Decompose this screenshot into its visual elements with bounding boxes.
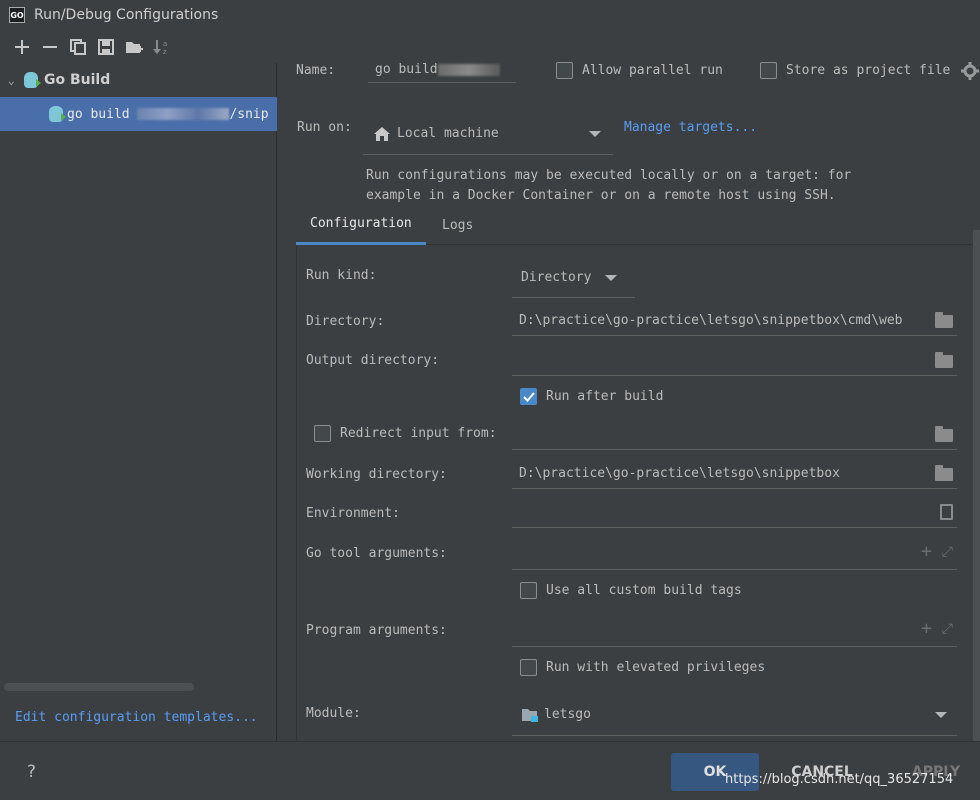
- copy-icon[interactable]: [64, 33, 92, 61]
- tree-group-go-build[interactable]: ⌄ Go Build: [0, 63, 277, 97]
- custom-build-tags-checkbox[interactable]: Use all custom build tags: [520, 582, 742, 599]
- chevron-down-icon: [605, 274, 618, 281]
- run-on-label: Run on:: [297, 120, 352, 135]
- chevron-down-icon: [589, 130, 601, 137]
- redacted-text: [137, 108, 230, 120]
- dialog-button-bar: ? OK CANCEL APPLY https://blog.csdn.net/…: [0, 741, 980, 800]
- configuration-editor: Name: go build Allow parallel run Store …: [278, 30, 980, 741]
- minus-icon[interactable]: [36, 33, 64, 61]
- gear-icon[interactable]: [961, 62, 979, 80]
- expand-icon[interactable]: ⤢: [942, 544, 953, 560]
- run-kind-label: Run kind:: [306, 268, 377, 283]
- configuration-form: Run kind: Directory Directory: D:\practi…: [296, 246, 980, 741]
- plus-icon[interactable]: +: [921, 543, 932, 561]
- configurations-tree: ⌄ Go Build go build /snip Edit configura…: [0, 63, 277, 741]
- checkbox-box: [520, 388, 537, 405]
- new-folder-icon[interactable]: [120, 33, 148, 61]
- go-tool-arguments-field[interactable]: + ⤢: [512, 538, 957, 570]
- redirect-input-checkbox[interactable]: Redirect input from:: [314, 425, 497, 442]
- directory-field[interactable]: D:\practice\go-practice\letsgo\snippetbo…: [512, 306, 957, 336]
- run-after-build-checkbox[interactable]: Run after build: [520, 388, 663, 405]
- plus-icon[interactable]: [8, 33, 36, 61]
- folder-icon[interactable]: [935, 352, 953, 368]
- tree-item-label: go build /snip: [67, 106, 269, 122]
- output-directory-field[interactable]: [512, 346, 957, 376]
- home-icon: [374, 126, 390, 141]
- name-field[interactable]: go build: [368, 57, 516, 83]
- svg-text:z: z: [163, 48, 167, 55]
- goland-logo-icon: GO: [9, 7, 25, 23]
- redirect-input-field[interactable]: [512, 420, 957, 450]
- checkbox-box: [760, 62, 777, 79]
- tree-item-go-build-config[interactable]: go build /snip: [0, 97, 277, 131]
- go-build-icon: [49, 106, 66, 122]
- sort-icon[interactable]: az: [148, 33, 176, 61]
- module-label: Module:: [306, 706, 361, 721]
- checkbox-box: [520, 582, 537, 599]
- working-directory-field[interactable]: D:\practice\go-practice\letsgo\snippetbo…: [512, 459, 957, 489]
- tab-configuration[interactable]: Configuration: [296, 205, 426, 245]
- folder-icon[interactable]: [935, 312, 953, 328]
- run-on-hint-line-1: Run configurations may be executed local…: [366, 168, 852, 183]
- config-tabs: Configuration Logs: [296, 205, 980, 245]
- module-select[interactable]: letsgo: [512, 694, 957, 736]
- configurations-toolbar: az: [0, 30, 277, 63]
- elevated-privileges-checkbox[interactable]: Run with elevated privileges: [520, 659, 765, 676]
- checkbox-box: [556, 62, 573, 79]
- checkbox-box: [314, 425, 331, 442]
- expand-icon[interactable]: ⤢: [942, 621, 953, 637]
- environment-label: Environment:: [306, 506, 400, 521]
- directory-label: Directory:: [306, 314, 385, 329]
- title-bar: GO Run/Debug Configurations: [0, 0, 980, 30]
- environment-field[interactable]: [512, 498, 957, 528]
- help-button[interactable]: ?: [27, 762, 36, 782]
- chevron-down-icon[interactable]: ⌄: [8, 74, 24, 87]
- store-as-project-checkbox[interactable]: Store as project file: [760, 62, 950, 79]
- name-label: Name:: [296, 63, 336, 78]
- plus-icon[interactable]: +: [921, 620, 932, 638]
- go-build-icon: [24, 72, 41, 88]
- tree-group-label: Go Build: [44, 72, 111, 88]
- module-icon: [522, 708, 538, 722]
- chevron-down-icon: [935, 711, 947, 718]
- edit-templates-link[interactable]: Edit configuration templates...: [15, 710, 258, 725]
- run-on-select[interactable]: Local machine: [363, 113, 613, 155]
- redacted-text: [437, 63, 500, 76]
- allow-parallel-checkbox[interactable]: Allow parallel run: [556, 62, 723, 79]
- watermark: https://blog.csdn.net/qq_36527154: [725, 772, 954, 787]
- program-arguments-field[interactable]: + ⤢: [512, 615, 957, 647]
- edit-environment-icon[interactable]: [940, 504, 953, 520]
- svg-text:a: a: [163, 40, 167, 48]
- folder-icon[interactable]: [935, 465, 953, 481]
- go-tool-arguments-label: Go tool arguments:: [306, 546, 447, 561]
- output-directory-label: Output directory:: [306, 353, 440, 368]
- run-on-hint-line-2: example in a Docker Container or on a re…: [366, 188, 836, 203]
- checkmark-icon: [522, 391, 535, 402]
- run-kind-select[interactable]: Directory: [512, 258, 635, 298]
- program-arguments-label: Program arguments:: [306, 623, 447, 638]
- working-directory-label: Working directory:: [306, 467, 447, 482]
- manage-targets-link[interactable]: Manage targets...: [624, 120, 757, 135]
- checkbox-box: [520, 659, 537, 676]
- horizontal-scrollbar[interactable]: [4, 683, 194, 691]
- window-title: Run/Debug Configurations: [34, 7, 219, 23]
- folder-icon[interactable]: [935, 426, 953, 442]
- vertical-scrollbar[interactable]: [973, 230, 980, 741]
- tab-logs[interactable]: Logs: [428, 205, 487, 245]
- save-icon[interactable]: [92, 33, 120, 61]
